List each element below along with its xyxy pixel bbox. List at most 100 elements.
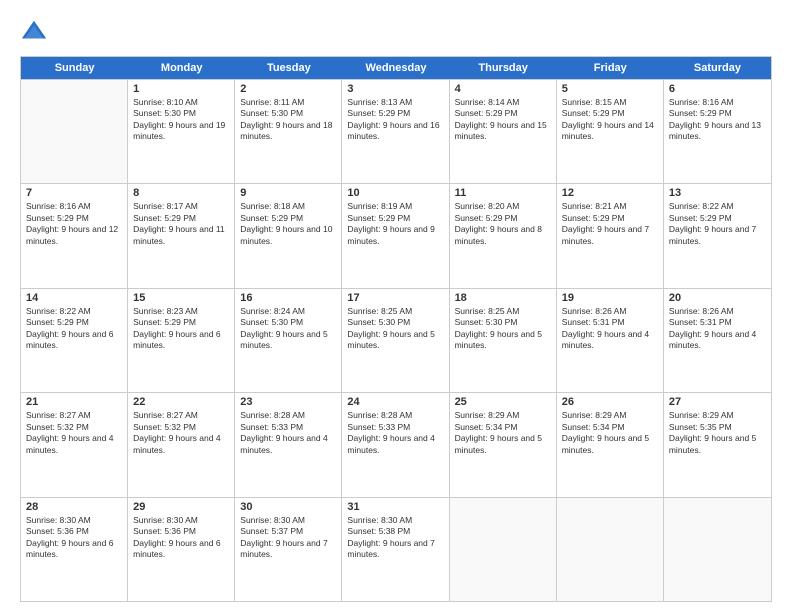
day-number: 26	[562, 396, 658, 408]
day-number: 12	[562, 187, 658, 199]
day-cell-26: 26 Sunrise: 8:29 AMSunset: 5:34 PMDayligh…	[557, 393, 664, 496]
day-number: 4	[455, 83, 551, 95]
cell-info: Sunrise: 8:30 AMSunset: 5:37 PMDaylight:…	[240, 515, 336, 561]
day-number: 8	[133, 187, 229, 199]
day-cell-2: 2 Sunrise: 8:11 AMSunset: 5:30 PMDaylight…	[235, 80, 342, 183]
empty-cell	[21, 80, 128, 183]
cell-info: Sunrise: 8:30 AMSunset: 5:38 PMDaylight:…	[347, 515, 443, 561]
cell-info: Sunrise: 8:30 AMSunset: 5:36 PMDaylight:…	[26, 515, 122, 561]
day-number: 10	[347, 187, 443, 199]
empty-cell	[450, 498, 557, 601]
day-cell-4: 4 Sunrise: 8:14 AMSunset: 5:29 PMDaylight…	[450, 80, 557, 183]
day-cell-20: 20 Sunrise: 8:26 AMSunset: 5:31 PMDayligh…	[664, 289, 771, 392]
cell-info: Sunrise: 8:18 AMSunset: 5:29 PMDaylight:…	[240, 201, 336, 247]
cell-info: Sunrise: 8:28 AMSunset: 5:33 PMDaylight:…	[347, 410, 443, 456]
cell-info: Sunrise: 8:28 AMSunset: 5:33 PMDaylight:…	[240, 410, 336, 456]
day-cell-19: 19 Sunrise: 8:26 AMSunset: 5:31 PMDayligh…	[557, 289, 664, 392]
day-cell-29: 29 Sunrise: 8:30 AMSunset: 5:36 PMDayligh…	[128, 498, 235, 601]
day-cell-12: 12 Sunrise: 8:21 AMSunset: 5:29 PMDayligh…	[557, 184, 664, 287]
cell-info: Sunrise: 8:26 AMSunset: 5:31 PMDaylight:…	[669, 306, 766, 352]
cell-info: Sunrise: 8:29 AMSunset: 5:34 PMDaylight:…	[455, 410, 551, 456]
day-number: 27	[669, 396, 766, 408]
day-cell-13: 13 Sunrise: 8:22 AMSunset: 5:29 PMDayligh…	[664, 184, 771, 287]
day-cell-8: 8 Sunrise: 8:17 AMSunset: 5:29 PMDaylight…	[128, 184, 235, 287]
day-number: 29	[133, 501, 229, 513]
day-cell-30: 30 Sunrise: 8:30 AMSunset: 5:37 PMDayligh…	[235, 498, 342, 601]
header-day-wednesday: Wednesday	[342, 57, 449, 79]
day-number: 5	[562, 83, 658, 95]
day-number: 7	[26, 187, 122, 199]
cell-info: Sunrise: 8:13 AMSunset: 5:29 PMDaylight:…	[347, 97, 443, 143]
calendar-row-1: 7 Sunrise: 8:16 AMSunset: 5:29 PMDaylight…	[21, 183, 771, 287]
calendar-row-2: 14 Sunrise: 8:22 AMSunset: 5:29 PMDayligh…	[21, 288, 771, 392]
day-number: 28	[26, 501, 122, 513]
day-number: 2	[240, 83, 336, 95]
logo-icon	[20, 18, 48, 46]
cell-info: Sunrise: 8:10 AMSunset: 5:30 PMDaylight:…	[133, 97, 229, 143]
day-number: 1	[133, 83, 229, 95]
cell-info: Sunrise: 8:27 AMSunset: 5:32 PMDaylight:…	[133, 410, 229, 456]
cell-info: Sunrise: 8:23 AMSunset: 5:29 PMDaylight:…	[133, 306, 229, 352]
day-cell-21: 21 Sunrise: 8:27 AMSunset: 5:32 PMDayligh…	[21, 393, 128, 496]
day-number: 21	[26, 396, 122, 408]
day-number: 6	[669, 83, 766, 95]
day-cell-5: 5 Sunrise: 8:15 AMSunset: 5:29 PMDaylight…	[557, 80, 664, 183]
day-cell-9: 9 Sunrise: 8:18 AMSunset: 5:29 PMDaylight…	[235, 184, 342, 287]
day-number: 14	[26, 292, 122, 304]
calendar-row-4: 28 Sunrise: 8:30 AMSunset: 5:36 PMDayligh…	[21, 497, 771, 601]
day-number: 17	[347, 292, 443, 304]
cell-info: Sunrise: 8:25 AMSunset: 5:30 PMDaylight:…	[347, 306, 443, 352]
day-cell-22: 22Sunrise: 8:27 AMSunset: 5:32 PMDayligh…	[128, 393, 235, 496]
cell-info: Sunrise: 8:29 AMSunset: 5:35 PMDaylight:…	[669, 410, 766, 456]
header-day-friday: Friday	[557, 57, 664, 79]
page: SundayMondayTuesdayWednesdayThursdayFrid…	[0, 0, 792, 612]
calendar-row-0: 1 Sunrise: 8:10 AMSunset: 5:30 PMDaylight…	[21, 79, 771, 183]
cell-info: Sunrise: 8:17 AMSunset: 5:29 PMDaylight:…	[133, 201, 229, 247]
cell-info: Sunrise: 8:26 AMSunset: 5:31 PMDaylight:…	[562, 306, 658, 352]
cell-info: Sunrise: 8:22 AMSunset: 5:29 PMDaylight:…	[26, 306, 122, 352]
calendar-body: 1 Sunrise: 8:10 AMSunset: 5:30 PMDaylight…	[21, 79, 771, 601]
empty-cell	[557, 498, 664, 601]
cell-info: Sunrise: 8:22 AMSunset: 5:29 PMDaylight:…	[669, 201, 766, 247]
day-number: 24	[347, 396, 443, 408]
day-cell-24: 24 Sunrise: 8:28 AMSunset: 5:33 PMDayligh…	[342, 393, 449, 496]
day-cell-11: 11Sunrise: 8:20 AMSunset: 5:29 PMDayligh…	[450, 184, 557, 287]
day-number: 19	[562, 292, 658, 304]
day-number: 20	[669, 292, 766, 304]
day-number: 15	[133, 292, 229, 304]
header-day-saturday: Saturday	[664, 57, 771, 79]
cell-info: Sunrise: 8:27 AMSunset: 5:32 PMDaylight:…	[26, 410, 122, 456]
cell-info: Sunrise: 8:29 AMSunset: 5:34 PMDaylight:…	[562, 410, 658, 456]
day-cell-25: 25Sunrise: 8:29 AMSunset: 5:34 PMDayligh…	[450, 393, 557, 496]
header-day-thursday: Thursday	[450, 57, 557, 79]
day-number: 11	[455, 187, 551, 199]
cell-info: Sunrise: 8:15 AMSunset: 5:29 PMDaylight:…	[562, 97, 658, 143]
cell-info: Sunrise: 8:11 AMSunset: 5:30 PMDaylight:…	[240, 97, 336, 143]
day-cell-31: 31Sunrise: 8:30 AMSunset: 5:38 PMDayligh…	[342, 498, 449, 601]
day-cell-1: 1 Sunrise: 8:10 AMSunset: 5:30 PMDaylight…	[128, 80, 235, 183]
day-number: 18	[455, 292, 551, 304]
day-number: 30	[240, 501, 336, 513]
day-number: 9	[240, 187, 336, 199]
cell-info: Sunrise: 8:25 AMSunset: 5:30 PMDaylight:…	[455, 306, 551, 352]
cell-info: Sunrise: 8:14 AMSunset: 5:29 PMDaylight:…	[455, 97, 551, 143]
header	[20, 18, 772, 46]
day-cell-6: 6 Sunrise: 8:16 AMSunset: 5:29 PMDaylight…	[664, 80, 771, 183]
day-cell-16: 16Sunrise: 8:24 AMSunset: 5:30 PMDayligh…	[235, 289, 342, 392]
day-cell-15: 15 Sunrise: 8:23 AMSunset: 5:29 PMDayligh…	[128, 289, 235, 392]
cell-info: Sunrise: 8:21 AMSunset: 5:29 PMDaylight:…	[562, 201, 658, 247]
cell-info: Sunrise: 8:16 AMSunset: 5:29 PMDaylight:…	[669, 97, 766, 143]
day-number: 3	[347, 83, 443, 95]
day-cell-18: 18 Sunrise: 8:25 AMSunset: 5:30 PMDayligh…	[450, 289, 557, 392]
day-cell-23: 23 Sunrise: 8:28 AMSunset: 5:33 PMDayligh…	[235, 393, 342, 496]
day-cell-14: 14 Sunrise: 8:22 AMSunset: 5:29 PMDayligh…	[21, 289, 128, 392]
day-number: 13	[669, 187, 766, 199]
day-number: 23	[240, 396, 336, 408]
day-cell-27: 27 Sunrise: 8:29 AMSunset: 5:35 PMDayligh…	[664, 393, 771, 496]
header-day-tuesday: Tuesday	[235, 57, 342, 79]
cell-info: Sunrise: 8:30 AMSunset: 5:36 PMDaylight:…	[133, 515, 229, 561]
cell-info: Sunrise: 8:24 AMSunset: 5:30 PMDaylight:…	[240, 306, 336, 352]
cell-info: Sunrise: 8:16 AMSunset: 5:29 PMDaylight:…	[26, 201, 122, 247]
day-cell-28: 28 Sunrise: 8:30 AMSunset: 5:36 PMDayligh…	[21, 498, 128, 601]
day-cell-7: 7 Sunrise: 8:16 AMSunset: 5:29 PMDaylight…	[21, 184, 128, 287]
